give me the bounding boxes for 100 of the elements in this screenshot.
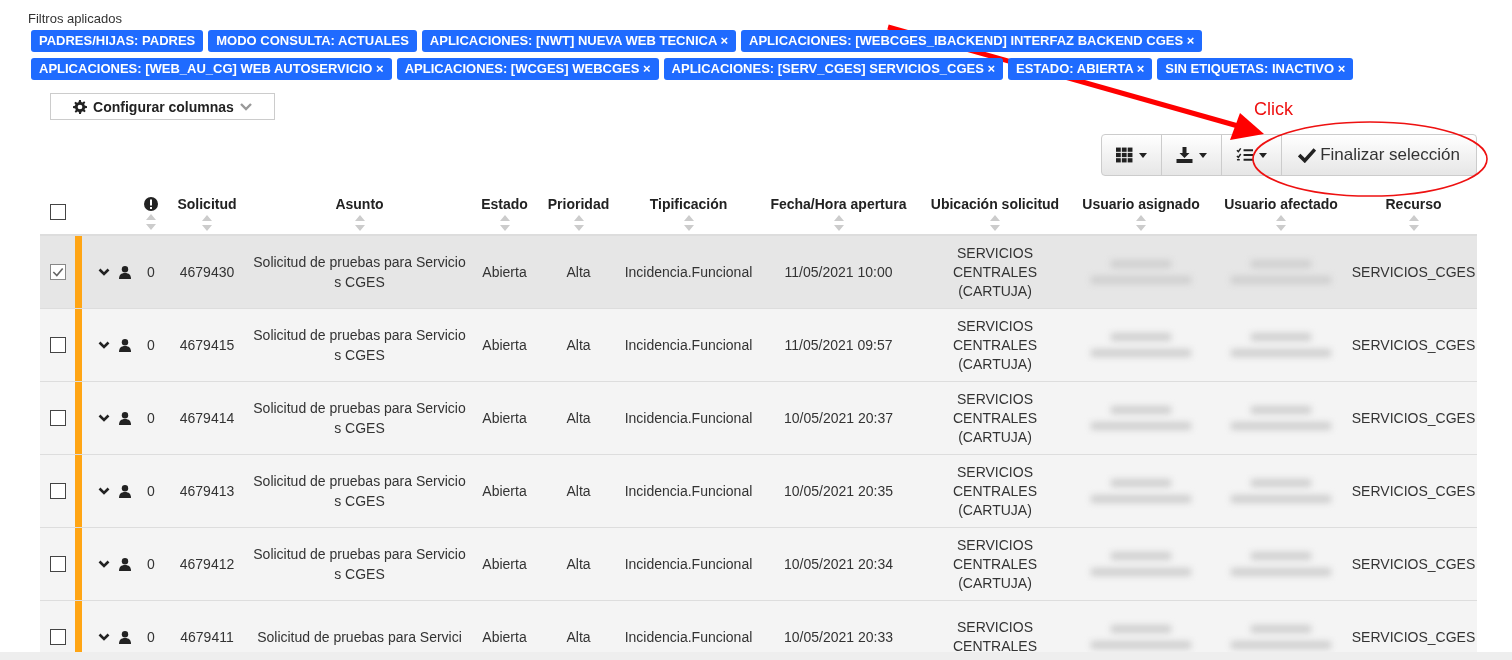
caret-icon <box>1139 152 1148 158</box>
caret-icon <box>1259 152 1268 158</box>
chevron-down-icon[interactable] <box>98 633 110 641</box>
chevron-down-icon[interactable] <box>98 268 110 276</box>
filter-tag[interactable]: MODO CONSULTA: ACTUALES <box>208 30 417 52</box>
table-cell: 0 <box>147 556 155 572</box>
column-header[interactable]: Estado <box>481 196 528 212</box>
columns-grid-button[interactable] <box>1101 134 1163 176</box>
table-cell: Alta <box>566 483 591 499</box>
table-cell: 0 <box>147 629 155 645</box>
column-header[interactable]: Tipificación <box>649 196 728 212</box>
row-checkbox[interactable] <box>49 337 66 353</box>
chevron-down-icon[interactable] <box>98 560 110 568</box>
column-header[interactable]: Usuario asignado <box>1082 196 1200 212</box>
column-header[interactable]: Usuario afectado <box>1224 196 1338 212</box>
table-cell-text: SERVICIOS CENTRALES (CARTUJA) <box>952 389 1038 447</box>
table-cell: 0 <box>147 264 155 280</box>
table-cell: 4679412 <box>179 556 235 572</box>
table-row[interactable]: 0 4679412 Solicitud de pruebas para Servicios CGES Abierta Alta Incidencia.Funcional 10/05/2021 20:34 SERVICIOS CENTRALES (CARTUJA) SERVICIOS_CGES <box>40 528 1477 601</box>
table-cell: 4679430 <box>179 264 235 280</box>
table-cell-text: Solicitud de pruebas para Servicios CGES <box>252 545 467 584</box>
table-cell: SERVICIOS_CGES <box>1351 337 1476 353</box>
table-cell-text: SERVICIOS CENTRALES (CARTUJA) <box>952 243 1038 301</box>
chevron-down-icon[interactable] <box>98 487 110 495</box>
table-cell-text: Solicitud de pruebas para Servicios CGES <box>252 326 467 365</box>
checkmark-icon <box>1298 147 1317 163</box>
table-cell: 10/05/2021 20:34 <box>784 556 893 572</box>
annotation-label: Click <box>1254 99 1293 120</box>
filter-tag[interactable]: APLICACIONES: [NWT] NUEVA WEB TECNICA × <box>421 30 736 52</box>
table-cell: Abierta <box>482 556 527 572</box>
table-cell: Incidencia.Funcional <box>624 264 753 280</box>
caret-icon <box>1199 152 1208 158</box>
column-header[interactable]: Recurso <box>1385 196 1442 212</box>
table-cell: Incidencia.Funcional <box>624 337 753 353</box>
column-header[interactable]: Asunto <box>335 196 384 212</box>
table-cell: 11/05/2021 10:00 <box>784 264 893 280</box>
table-cell-text: SERVICIOS CENTRALES (CARTUJA) <box>952 462 1038 520</box>
filter-tag[interactable]: PADRES/HIJAS: PADRES <box>31 30 204 52</box>
row-checkbox[interactable] <box>49 556 66 572</box>
table-cell-text: SERVICIOS CENTRALES <box>952 618 1038 652</box>
table-cell-text: Solicitud de pruebas para Servicios CGES <box>252 399 467 438</box>
table-cell: Abierta <box>482 264 527 280</box>
column-header[interactable]: Prioridad <box>547 196 610 212</box>
filter-tag[interactable]: APLICACIONES: [SERV_CGES] SERVICIOS_CGES × <box>663 58 1004 80</box>
row-checkbox[interactable] <box>49 483 66 499</box>
table-cell: Alta <box>566 264 591 280</box>
column-header[interactable]: Fecha/Hora apertura <box>770 196 907 212</box>
table-cell: Abierta <box>482 629 527 645</box>
table-row[interactable]: 0 4679413 Solicitud de pruebas para Servicios CGES Abierta Alta Incidencia.Funcional 10/05/2021 20:35 SERVICIOS CENTRALES (CARTUJA) SERVICIOS_CGES <box>40 455 1477 528</box>
select-all-checkbox[interactable] <box>49 204 66 220</box>
table-cell-text: Solicitud de pruebas para Servicios CGES <box>252 253 467 292</box>
table-cell: 10/05/2021 20:35 <box>784 483 893 499</box>
table-row[interactable]: 0 4679415 Solicitud de pruebas para Servicios CGES Abierta Alta Incidencia.Funcional 11/05/2021 09:57 SERVICIOS CENTRALES (CARTUJA) SERVICIOS_CGES <box>40 309 1477 382</box>
download-button[interactable] <box>1161 134 1223 176</box>
table-cell: 10/05/2021 20:37 <box>784 410 893 426</box>
alert-icon <box>144 197 158 211</box>
user-icon <box>119 411 131 425</box>
filters-label: Filtros aplicados <box>28 11 123 26</box>
table-cell: Alta <box>566 337 591 353</box>
user-icon <box>119 484 131 498</box>
table-cell: 0 <box>147 483 155 499</box>
user-icon <box>119 630 131 644</box>
table-cell: 4679415 <box>179 337 235 353</box>
table-cell: SERVICIOS_CGES <box>1351 556 1476 572</box>
table-cell: SERVICIOS_CGES <box>1351 629 1476 645</box>
filter-tag[interactable]: ESTADO: ABIERTA × <box>1008 58 1153 80</box>
table-row[interactable]: 0 4679411 Solicitud de pruebas para Servici Abierta Alta Incidencia.Funcional 10/05/2021 20:33 SERVICIOS CENTRALES SERVICIOS_CGES <box>40 601 1477 652</box>
table-cell: 0 <box>147 337 155 353</box>
filter-tag[interactable]: APLICACIONES: [WCGES] WEBCGES × <box>396 58 659 80</box>
scrollbar[interactable] <box>0 652 1512 660</box>
row-checkbox[interactable] <box>49 629 66 645</box>
row-checkbox[interactable] <box>49 264 66 280</box>
chevron-down-icon[interactable] <box>98 341 110 349</box>
table-cell: Abierta <box>482 410 527 426</box>
table-cell: Incidencia.Funcional <box>624 483 753 499</box>
table-row[interactable]: 0 4679414 Solicitud de pruebas para Servicios CGES Abierta Alta Incidencia.Funcional 10/05/2021 20:37 SERVICIOS CENTRALES (CARTUJA) SERVICIOS_CGES <box>40 382 1477 455</box>
column-header[interactable]: Solicitud <box>177 196 237 212</box>
configure-columns-button[interactable]: Configurar columnas <box>50 93 275 120</box>
table-cell: SERVICIOS_CGES <box>1351 264 1476 280</box>
table-cell: 4679413 <box>179 483 235 499</box>
table-cell: SERVICIOS_CGES <box>1351 483 1476 499</box>
chevron-down-icon[interactable] <box>98 414 110 422</box>
row-checkbox[interactable] <box>49 410 66 426</box>
chevron-down-icon <box>239 102 252 111</box>
table-cell: Alta <box>566 556 591 572</box>
table-cell-text: SERVICIOS CENTRALES (CARTUJA) <box>952 535 1038 593</box>
table-cell: 0 <box>147 410 155 426</box>
table-cell: SERVICIOS_CGES <box>1351 410 1476 426</box>
finish-selection-button[interactable]: Finalizar selección <box>1281 134 1477 176</box>
table-cell-text: Solicitud de pruebas para Servici <box>256 628 463 647</box>
column-header[interactable]: Ubicación solicitud <box>930 196 1060 212</box>
filter-tag[interactable]: SIN ETIQUETAS: INACTIVO × <box>1157 58 1354 80</box>
checklist-icon <box>1236 147 1254 163</box>
filter-tag[interactable]: APLICACIONES: [WEB_AU_CG] WEB AUTOSERVICIO × <box>31 58 392 80</box>
table-cell: 10/05/2021 20:33 <box>784 629 893 645</box>
table-cell: 4679411 <box>180 629 234 645</box>
table-cell-text: Solicitud de pruebas para Servicios CGES <box>252 472 467 511</box>
filter-tag[interactable]: APLICACIONES: [WEBCGES_IBACKEND] INTERFAZ BACKEND CGES × <box>741 30 1203 52</box>
table-cell: 4679414 <box>179 410 235 426</box>
grid-icon <box>1116 147 1134 163</box>
